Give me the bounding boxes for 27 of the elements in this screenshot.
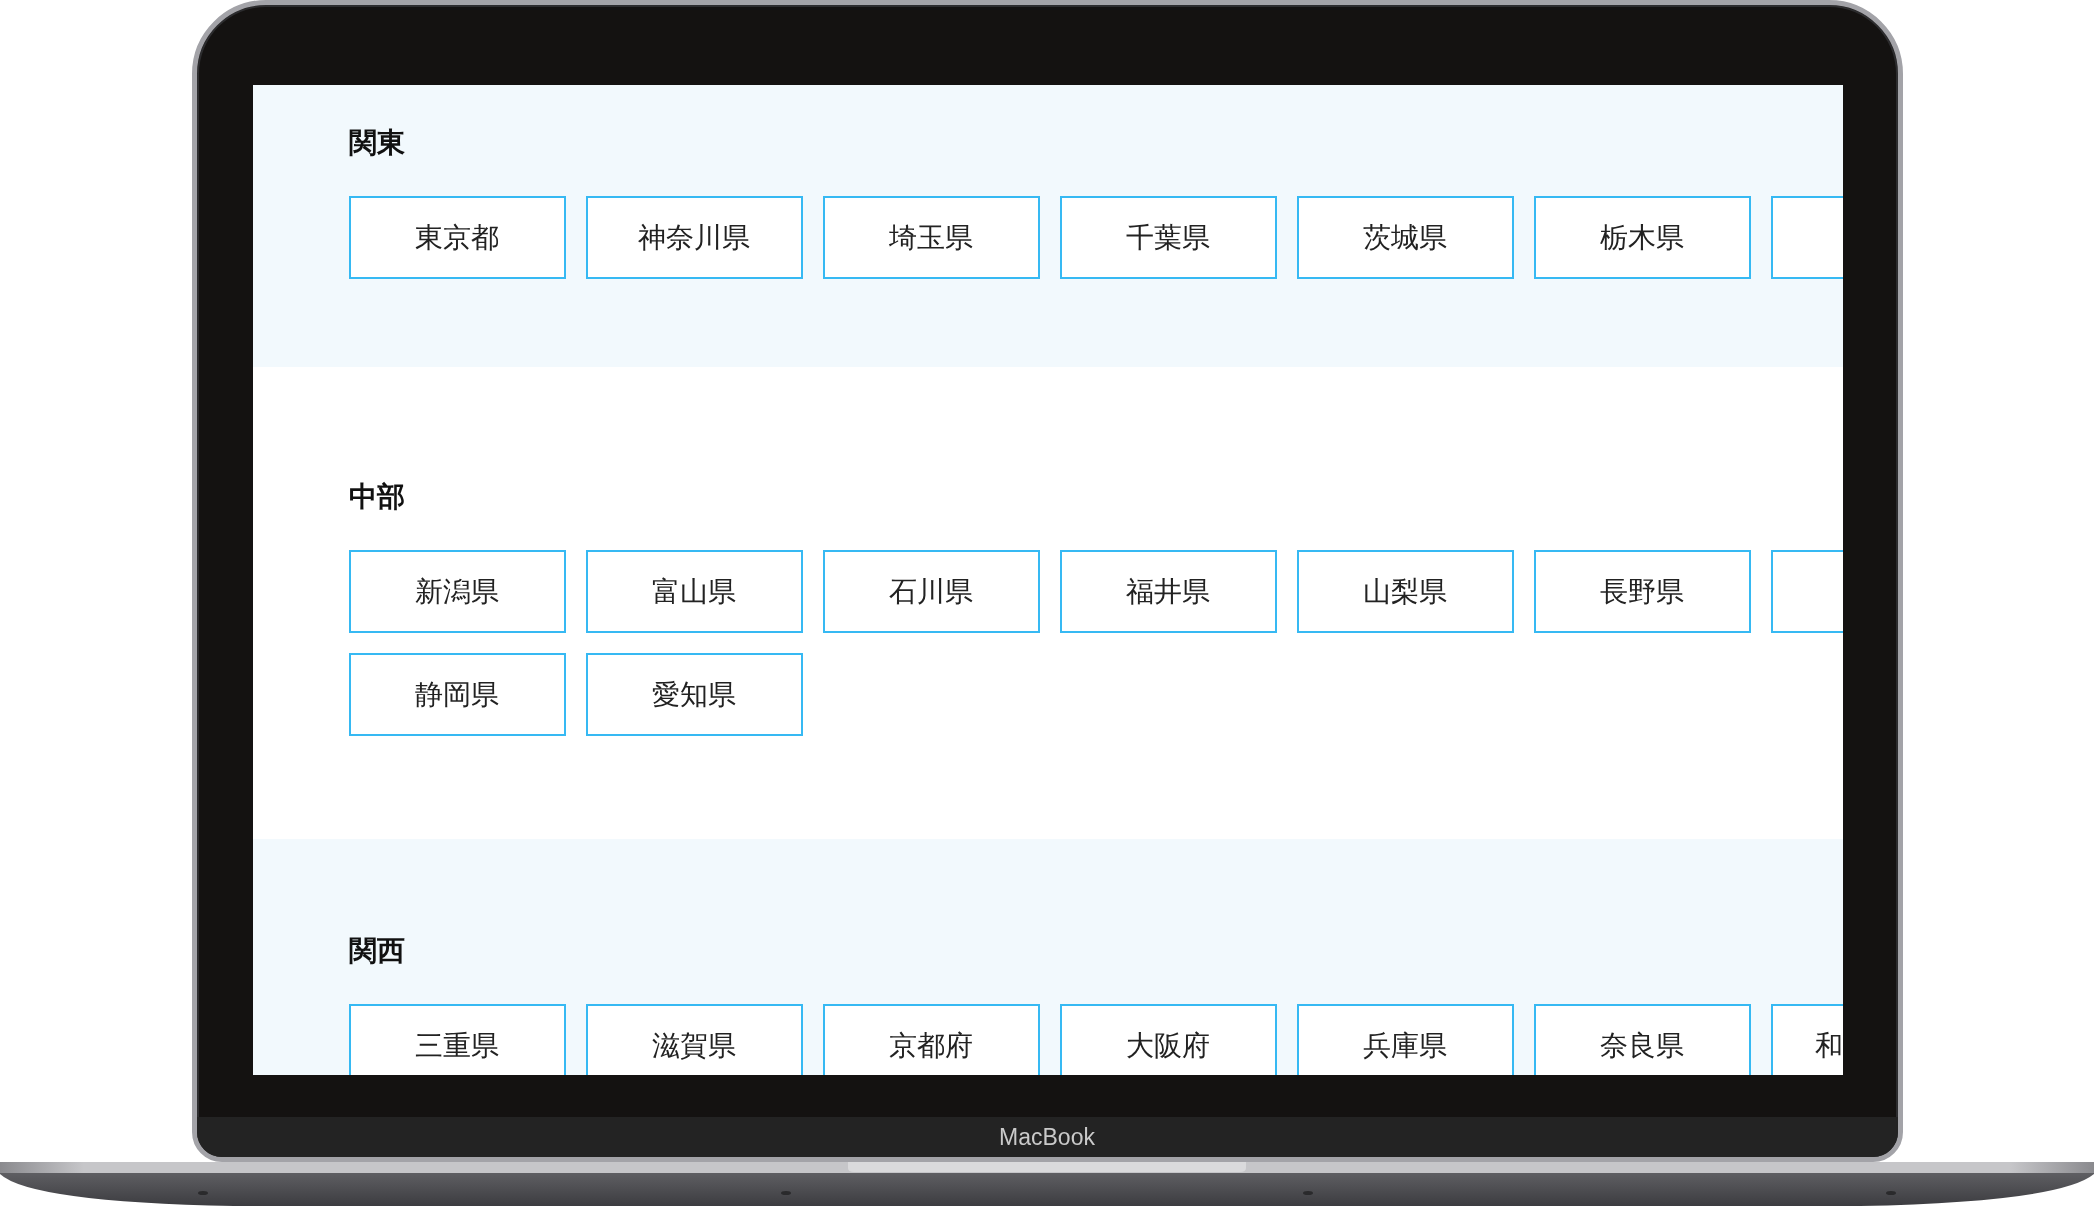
prefecture-button[interactable]: 福井県 — [1059, 550, 1277, 633]
prefecture-button[interactable]: 千葉県 — [1059, 196, 1277, 279]
prefecture-button[interactable] — [1770, 196, 1843, 279]
prefecture-button[interactable]: 石川県 — [822, 550, 1040, 633]
prefecture-button[interactable]: 富山県 — [585, 550, 803, 633]
prefecture-button[interactable]: 和 — [1770, 1004, 1843, 1075]
region-heading: 関東 — [348, 125, 405, 161]
device-label: MacBook — [999, 1123, 1095, 1151]
prefecture-button[interactable]: 兵庫県 — [1296, 1004, 1514, 1075]
prefecture-button[interactable]: 新潟県 — [348, 550, 566, 633]
region-heading: 中部 — [348, 479, 405, 515]
prefecture-button[interactable]: 神奈川県 — [585, 196, 803, 279]
prefecture-button[interactable]: 京都府 — [822, 1004, 1040, 1075]
prefecture-button[interactable]: 埼玉県 — [822, 196, 1040, 279]
prefecture-button[interactable]: 山梨県 — [1296, 550, 1514, 633]
prefecture-button[interactable]: 東京都 — [348, 196, 566, 279]
prefecture-button[interactable]: 静岡県 — [348, 653, 566, 736]
prefecture-button[interactable]: 長野県 — [1533, 550, 1751, 633]
prefecture-button[interactable] — [1770, 550, 1843, 633]
prefecture-button[interactable]: 奈良県 — [1533, 1004, 1751, 1075]
prefecture-button[interactable]: 滋賀県 — [585, 1004, 803, 1075]
prefecture-button[interactable]: 三重県 — [348, 1004, 566, 1075]
prefecture-button[interactable]: 大阪府 — [1059, 1004, 1277, 1075]
region-heading: 関西 — [348, 933, 405, 969]
prefecture-button[interactable]: 茨城県 — [1296, 196, 1514, 279]
prefecture-button[interactable]: 栃木県 — [1533, 196, 1751, 279]
prefecture-button[interactable]: 愛知県 — [585, 653, 803, 736]
